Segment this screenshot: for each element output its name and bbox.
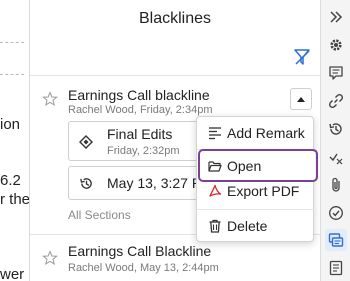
document-text-fragment: 6.2: [0, 172, 21, 189]
document-strip: ion 6.2 r the wer: [0, 0, 30, 281]
page-divider: [0, 74, 24, 75]
history-icon[interactable]: [328, 121, 344, 137]
version-title: Final Edits: [107, 126, 173, 142]
trash-icon: [209, 219, 221, 233]
star-icon[interactable]: [42, 91, 58, 107]
filter-icon[interactable]: [292, 47, 312, 67]
divider: [30, 75, 320, 76]
panel-title: Blacklines: [138, 10, 212, 27]
link-icon[interactable]: [328, 93, 344, 109]
blackline-meta: Rachel Wood, Friday, 2:34pm: [68, 104, 213, 116]
blacklines-icon[interactable]: [328, 232, 344, 248]
item-menu-button[interactable]: [290, 88, 312, 110]
menu-item-delete[interactable]: Delete: [197, 212, 315, 240]
highlight-ring: [198, 149, 318, 182]
star-icon[interactable]: [42, 250, 58, 266]
diamond-icon: [79, 135, 93, 149]
document-text-fragment: wer: [0, 266, 25, 281]
remark-icon: [209, 127, 221, 140]
gear-icon[interactable]: [328, 37, 344, 53]
document-icon[interactable]: [328, 260, 344, 276]
menu-divider: [197, 209, 315, 210]
blackline-meta: Rachel Wood, May 13, 2:44pm: [68, 262, 219, 274]
blackline-title: Earnings Call blackline: [68, 87, 210, 103]
version-meta: Friday, 2:32pm: [107, 145, 180, 157]
attachment-icon[interactable]: [328, 177, 344, 193]
pdf-icon: [209, 184, 222, 197]
menu-item-label: Add Remark: [227, 125, 305, 141]
caret-up-icon: [297, 97, 305, 102]
history-icon: [80, 178, 92, 189]
menu-item-label: Export PDF: [227, 183, 300, 199]
right-toolbar: [320, 0, 350, 281]
check-circle-icon[interactable]: [328, 205, 344, 221]
menu-item-add-remark[interactable]: Add Remark: [197, 119, 315, 147]
scope-label: All Sections: [68, 208, 131, 222]
comments-icon[interactable]: [328, 65, 344, 81]
tickmark-icon[interactable]: [328, 149, 344, 165]
collapse-chevrons-icon[interactable]: [328, 9, 344, 25]
document-text-fragment: r the: [0, 191, 30, 208]
blackline-title: Earnings Call Blackline: [68, 243, 212, 259]
page-divider: [0, 42, 24, 43]
menu-item-label: Delete: [227, 218, 268, 234]
document-text-fragment: ion: [0, 116, 21, 133]
